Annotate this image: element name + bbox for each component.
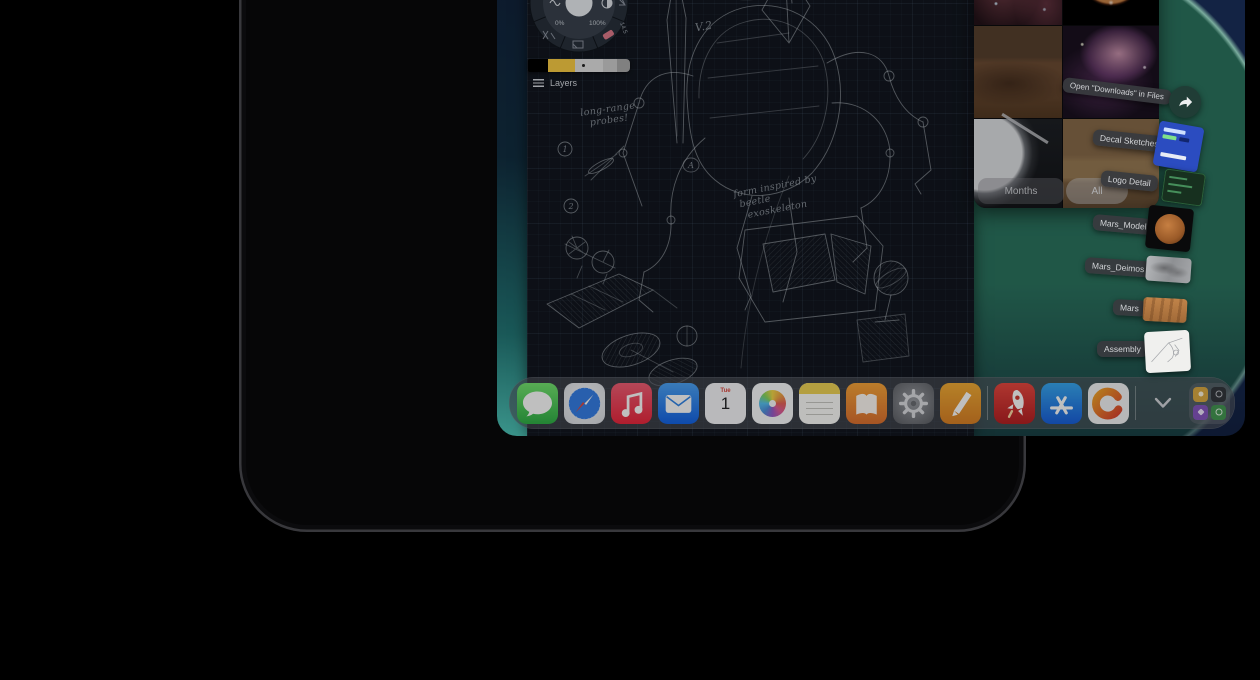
layers-button[interactable]: Layers [533, 78, 577, 88]
app-store-a-icon [1041, 383, 1082, 424]
messages-bubble-icon [517, 383, 558, 424]
dock-icon-notes[interactable] [799, 383, 840, 424]
stage: Concepts_blue... 59% [0, 0, 1260, 680]
settings-gear-icon-dock [893, 383, 934, 424]
layers-menu-icon [533, 79, 544, 87]
photos-segment-bar: Months All [974, 174, 1159, 208]
marker-a: A [687, 161, 694, 170]
swatch-dark-gray[interactable] [617, 59, 630, 72]
dock-icon-photos[interactable] [752, 383, 793, 424]
linea-pen-icon [940, 383, 981, 424]
photo-mars-planet[interactable] [1063, 0, 1159, 25]
annotation-v2: V.2 [694, 19, 713, 35]
dock-icon-messages[interactable] [517, 383, 558, 424]
app-library-mini-clock [1211, 405, 1226, 420]
ipad-device: Concepts_blue... 59% [239, 0, 1026, 532]
photos-flower-icon [759, 390, 786, 417]
segment-all[interactable]: All [1066, 178, 1128, 204]
dock-app-library[interactable] [1189, 383, 1230, 424]
dock-icon-safari[interactable] [564, 383, 605, 424]
rocket-icon [994, 383, 1035, 424]
color-swatch-strip [528, 59, 630, 72]
tool-wheel[interactable]: 1.6 [527, 0, 631, 55]
opacity-min-label: 0% [555, 20, 565, 27]
swatch-black[interactable] [528, 59, 548, 72]
dock-icon-linea[interactable] [940, 383, 981, 424]
music-note-icon [611, 383, 652, 424]
dock-icon-app-store[interactable] [1041, 383, 1082, 424]
ipad-screen: Concepts_blue... 59% [497, 0, 1245, 436]
dock-icon-books[interactable] [846, 383, 887, 424]
dock-icon-settings[interactable] [893, 383, 934, 424]
swatch-gold[interactable] [548, 59, 575, 72]
calendar-weekday: Tue [720, 388, 730, 394]
app-library-mini-camera [1211, 387, 1226, 402]
calendar-day: 1 [721, 395, 730, 412]
chevron-down-icon [1153, 396, 1173, 410]
notes-band [799, 383, 840, 394]
dock-icon-concepts[interactable] [1088, 383, 1129, 424]
dock-divider [987, 386, 988, 420]
drawing-canvas[interactable]: 1 2 A connect to solar [527, 0, 974, 436]
swatch-light-gray[interactable] [575, 59, 603, 72]
marker-1: 1 [562, 145, 567, 154]
dock-icon-rocket-app[interactable] [994, 383, 1035, 424]
wallpaper-left [497, 0, 529, 436]
photo-mars-surface[interactable] [974, 26, 1062, 118]
safari-compass-icon [564, 383, 605, 424]
concepts-c-icon [1088, 383, 1129, 424]
swatch-gray[interactable] [603, 59, 617, 72]
dock: Tue 1 [509, 377, 1235, 429]
mail-envelope-icon [658, 383, 699, 424]
photos-app-window: Months All [974, 0, 1159, 208]
photo-nebula[interactable] [974, 0, 1062, 25]
dock-chevron-button[interactable] [1142, 383, 1183, 424]
dock-icon-mail[interactable] [658, 383, 699, 424]
app-library-mini-star [1193, 405, 1208, 420]
dock-divider-recent [1135, 386, 1136, 420]
app-library-mini-tips [1193, 387, 1208, 402]
concepts-app-window: Concepts_blue... 59% [527, 0, 974, 436]
segment-months[interactable]: Months [978, 178, 1064, 204]
dock-icon-calendar[interactable]: Tue 1 [705, 383, 746, 424]
dock-icon-music[interactable] [611, 383, 652, 424]
photo-orion-nebula[interactable] [1063, 26, 1159, 118]
books-open-book-icon [846, 383, 887, 424]
layers-label: Layers [550, 78, 577, 88]
opacity-max-label: 100% [589, 20, 606, 27]
marker-2: 2 [567, 202, 573, 211]
